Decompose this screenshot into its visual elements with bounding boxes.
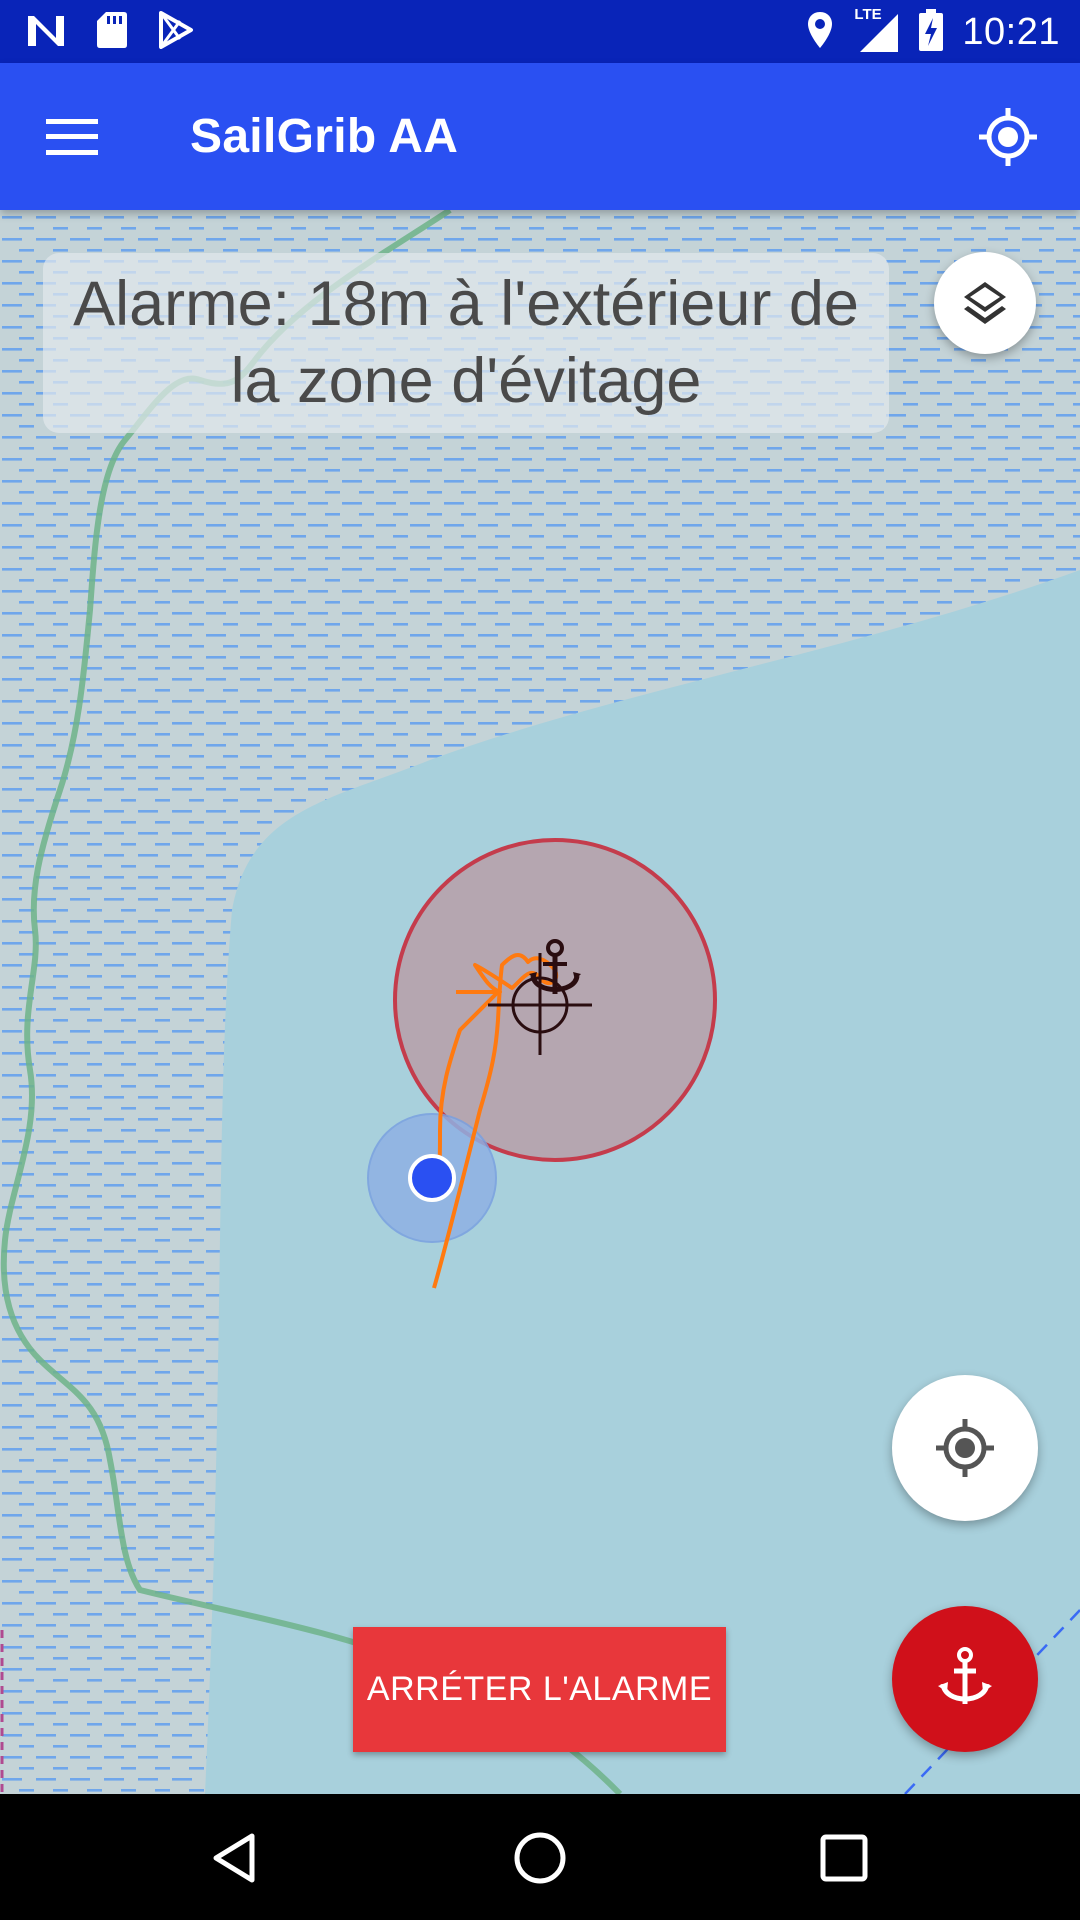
recents-button[interactable]: [808, 1822, 880, 1894]
play-store-icon: [158, 10, 194, 54]
anchor-icon: [938, 1647, 992, 1704]
alarm-message-text: Alarme: 18m à l'extérieur de la zone d'é…: [73, 269, 859, 416]
alarm-message-banner: Alarme: 18m à l'extérieur de la zone d'é…: [43, 253, 889, 433]
back-button[interactable]: [200, 1822, 272, 1894]
my-location-icon: [936, 1419, 994, 1477]
menu-button[interactable]: [42, 109, 102, 165]
recents-icon: [820, 1834, 868, 1882]
status-bar: LTE 10:21: [0, 0, 1080, 63]
navigation-bar: [0, 1794, 1080, 1920]
layers-icon: [964, 282, 1006, 324]
app-title: SailGrib AA: [190, 110, 459, 163]
battery-charging-icon: [918, 8, 944, 57]
sd-card-icon: [96, 10, 128, 55]
back-icon: [213, 1833, 255, 1883]
home-button[interactable]: [504, 1822, 576, 1894]
nautical-chart: [0, 210, 1080, 1794]
anchor-button[interactable]: [892, 1606, 1038, 1752]
swing-zone-circle: [393, 838, 717, 1162]
home-icon: [514, 1832, 566, 1884]
signal-icon: LTE: [852, 6, 900, 54]
vessel-position-dot: [408, 1154, 456, 1202]
stop-alarm-button[interactable]: ARRÉTER L'ALARME: [353, 1627, 726, 1752]
network-type-label: LTE: [854, 6, 882, 23]
gps-locate-icon: [979, 108, 1037, 166]
notification-n-icon: [26, 12, 66, 53]
status-time: 10:21: [962, 10, 1060, 53]
my-location-button[interactable]: [892, 1375, 1038, 1521]
chart-map[interactable]: [0, 210, 1080, 1794]
location-icon: [806, 10, 834, 55]
app-bar: SailGrib AA: [0, 63, 1080, 210]
layers-button[interactable]: [934, 252, 1036, 354]
gps-locate-button[interactable]: [972, 101, 1044, 173]
menu-icon: [46, 119, 98, 155]
